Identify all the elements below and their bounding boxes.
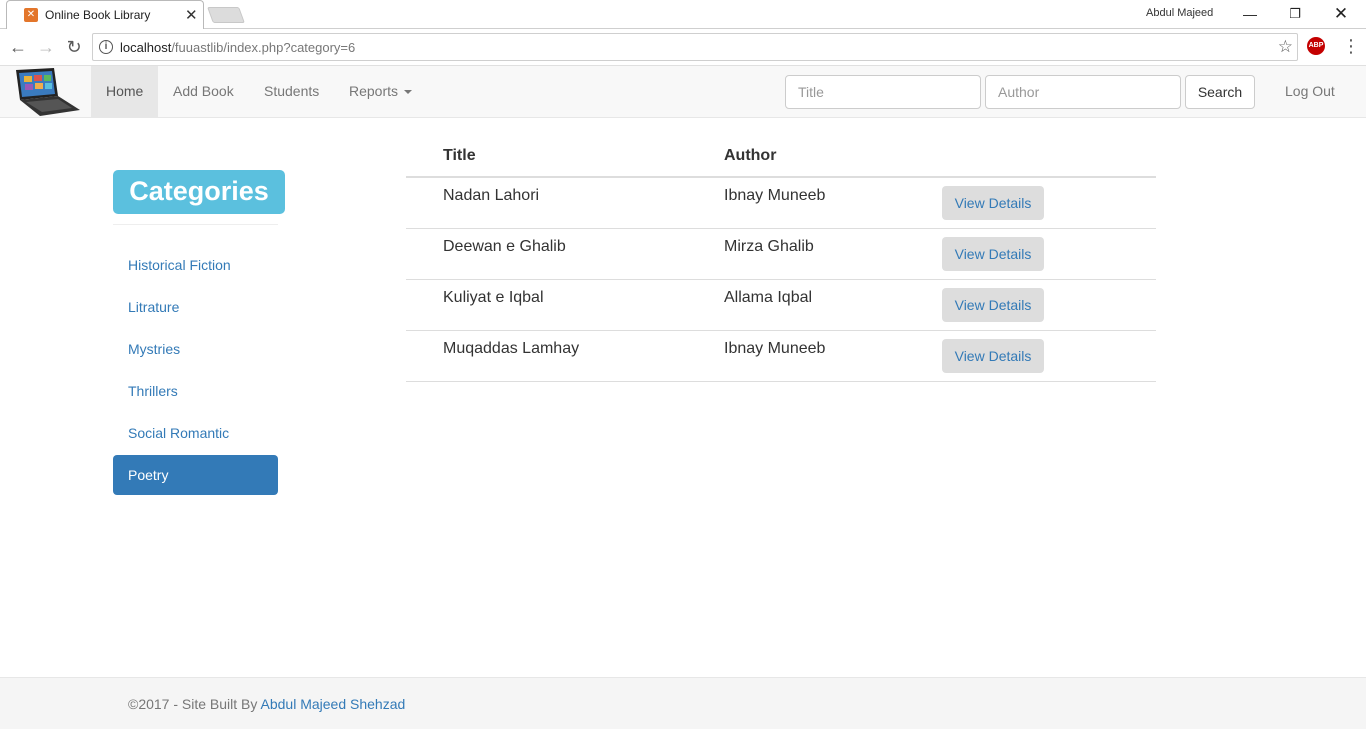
category-thrillers[interactable]: Thrillers xyxy=(113,371,278,411)
nav-reports-label: Reports xyxy=(349,83,399,99)
books-table: Title Author Nadan Lahori Ibnay Muneeb V… xyxy=(406,136,1156,382)
table-header-row: Title Author xyxy=(406,136,1156,178)
laptop-logo-icon[interactable] xyxy=(14,66,82,118)
tab-close-icon[interactable]: ✕ xyxy=(185,6,198,24)
minimize-icon[interactable]: — xyxy=(1235,3,1265,25)
browser-user-name[interactable]: Abdul Majeed xyxy=(1146,7,1213,19)
actions-cell: View Details xyxy=(942,330,1156,382)
category-social-romantic[interactable]: Social Romantic xyxy=(113,413,278,453)
forward-icon[interactable]: → xyxy=(35,36,57,58)
title-search-input[interactable] xyxy=(785,75,981,109)
table-row: Kuliyat e Iqbal Allama Iqbal View Detail… xyxy=(406,279,1156,331)
view-details-button[interactable]: View Details xyxy=(942,338,1044,373)
browser-tab[interactable]: ✕ Online Book Library ✕ xyxy=(6,0,204,29)
book-title: Kuliyat e Iqbal xyxy=(406,279,724,331)
xampp-favicon-icon: ✕ xyxy=(24,8,38,22)
view-details-button[interactable]: View Details xyxy=(942,186,1044,220)
browser-toolbar: ← → ↻ i localhost/fuuastlib/index.php?ca… xyxy=(0,30,1366,66)
categories-heading: Categories xyxy=(113,170,285,214)
book-title: Deewan e Ghalib xyxy=(406,228,724,280)
menu-kebab-icon[interactable]: ⋮ xyxy=(1342,36,1360,57)
category-list: Historical Fiction Litrature Mystries Th… xyxy=(113,245,278,497)
author-search-input[interactable] xyxy=(985,75,1181,109)
nav-students[interactable]: Students xyxy=(249,66,334,117)
book-author: Ibnay Muneeb xyxy=(724,330,942,382)
new-tab-button[interactable] xyxy=(207,7,245,23)
column-header-title: Title xyxy=(406,136,724,178)
category-poetry[interactable]: Poetry xyxy=(113,455,278,495)
url-text[interactable]: localhost/fuuastlib/index.php?category=6 xyxy=(120,40,355,55)
site-footer: ©2017 - Site Built By Abdul Majeed Shehz… xyxy=(0,677,1366,729)
nav-add-book[interactable]: Add Book xyxy=(158,66,249,117)
column-header-author: Author xyxy=(724,136,942,178)
search-button[interactable]: Search xyxy=(1185,75,1255,109)
table-row: Nadan Lahori Ibnay Muneeb View Details xyxy=(406,177,1156,229)
table-row: Deewan e Ghalib Mirza Ghalib View Detail… xyxy=(406,228,1156,280)
actions-cell: View Details xyxy=(942,177,1156,229)
book-author: Ibnay Muneeb xyxy=(724,177,942,229)
divider xyxy=(113,224,278,225)
close-window-icon[interactable]: ✕ xyxy=(1326,3,1356,25)
category-mystries[interactable]: Mystries xyxy=(113,329,278,369)
adblock-plus-icon[interactable]: ABP xyxy=(1307,37,1325,55)
category-historical-fiction[interactable]: Historical Fiction xyxy=(113,245,278,285)
restore-icon[interactable]: ❐ xyxy=(1280,3,1310,25)
logout-link[interactable]: Log Out xyxy=(1270,66,1350,117)
book-author: Mirza Ghalib xyxy=(724,228,942,280)
back-icon[interactable]: ← xyxy=(7,36,29,58)
address-bar[interactable]: i localhost/fuuastlib/index.php?category… xyxy=(92,33,1298,61)
bookmark-star-icon[interactable]: ☆ xyxy=(1278,37,1293,57)
actions-cell: View Details xyxy=(942,228,1156,280)
caret-down-icon xyxy=(404,90,413,95)
site-navbar: Home Add Book Students Reports Search Lo… xyxy=(0,66,1366,118)
browser-tabstrip: ✕ Online Book Library ✕ Abdul Majeed — ❐… xyxy=(0,0,1366,29)
reload-icon[interactable]: ↻ xyxy=(63,36,85,58)
footer-prefix: ©2017 - Site Built By xyxy=(128,696,261,712)
info-icon[interactable]: i xyxy=(99,40,113,54)
book-author: Allama Iqbal xyxy=(724,279,942,331)
book-title: Muqaddas Lamhay xyxy=(406,330,724,382)
footer-text: ©2017 - Site Built By Abdul Majeed Shehz… xyxy=(128,696,405,712)
nav-home[interactable]: Home xyxy=(91,66,159,117)
view-details-button[interactable]: View Details xyxy=(942,287,1044,322)
category-litrature[interactable]: Litrature xyxy=(113,287,278,327)
actions-cell: View Details xyxy=(942,279,1156,331)
tab-title: Online Book Library xyxy=(45,8,151,22)
book-title: Nadan Lahori xyxy=(406,177,724,229)
column-header-actions xyxy=(942,136,1156,178)
footer-author-link[interactable]: Abdul Majeed Shehzad xyxy=(261,696,406,712)
table-row: Muqaddas Lamhay Ibnay Muneeb View Detail… xyxy=(406,330,1156,382)
view-details-button[interactable]: View Details xyxy=(942,236,1044,271)
nav-reports-dropdown[interactable]: Reports xyxy=(334,66,427,117)
